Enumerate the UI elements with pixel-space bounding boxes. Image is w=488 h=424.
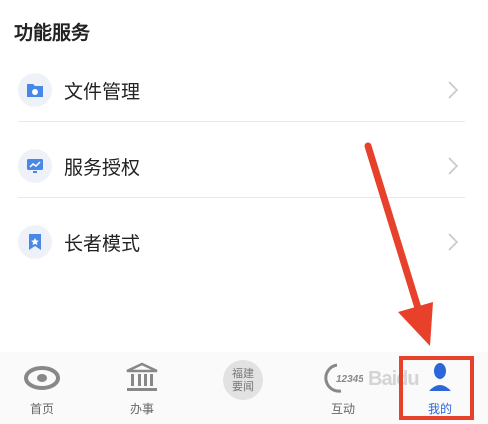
svg-text:12345: 12345 — [336, 374, 363, 385]
tab-services[interactable]: 办事 — [102, 360, 182, 424]
home-logo-icon — [22, 360, 62, 396]
bank-icon — [122, 360, 162, 396]
hotline-12345-icon: 12345 — [323, 360, 363, 396]
tab-home[interactable]: 首页 — [2, 360, 82, 424]
news-badge-icon: 福建 要闻 — [223, 360, 263, 400]
tab-fujian-news[interactable]: 福建 要闻 — [203, 360, 283, 424]
highlight-box — [399, 356, 474, 420]
